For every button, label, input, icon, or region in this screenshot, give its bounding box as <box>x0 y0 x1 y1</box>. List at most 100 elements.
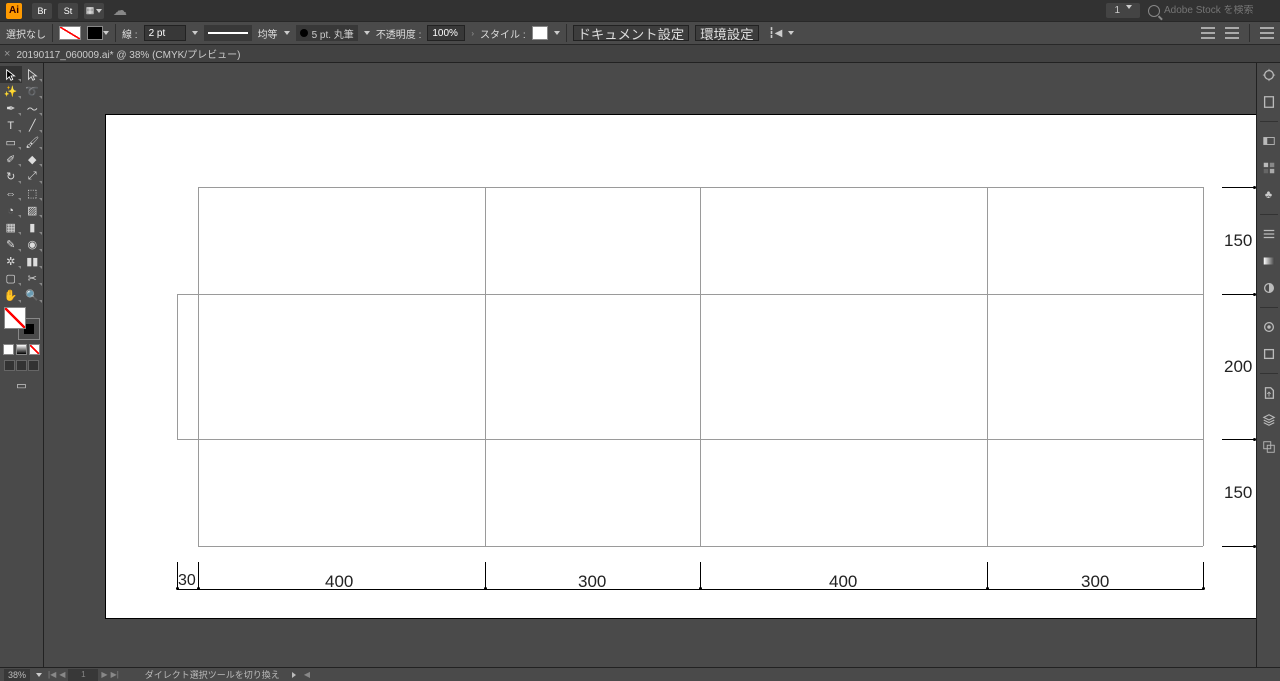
draw-behind-btn[interactable] <box>16 360 27 371</box>
align-to-dropdown[interactable]: ┇◀ <box>765 25 799 41</box>
artboards-panel-icon[interactable] <box>1261 439 1277 455</box>
panel-toggle-icon-2[interactable] <box>1225 27 1239 39</box>
dash-label: 均等 <box>258 26 278 41</box>
pen-tool[interactable]: ✒ <box>0 100 22 117</box>
line-segment-tool[interactable]: ╱ <box>22 117 44 134</box>
stock-search-input[interactable] <box>1164 5 1274 16</box>
row-height-2: 200 <box>1224 357 1252 377</box>
gradient-mode-btn[interactable] <box>16 344 27 355</box>
cloud-sync-icon[interactable]: ☁ <box>110 3 130 19</box>
curvature-tool[interactable]: 〜 <box>22 100 44 117</box>
selection-tool[interactable] <box>0 66 22 83</box>
libraries-panel-icon[interactable] <box>1261 94 1277 110</box>
graphic-styles-panel-icon[interactable] <box>1261 346 1277 362</box>
none-mode-btn[interactable] <box>29 344 40 355</box>
chevron-down-icon[interactable] <box>103 31 109 35</box>
selection-status: 選択なし <box>6 26 46 41</box>
stroke-swatch[interactable] <box>87 26 103 40</box>
magic-wand-tool[interactable]: ✨ <box>0 83 22 100</box>
gradient-tool[interactable]: ▮ <box>22 219 44 236</box>
draw-inside-btn[interactable] <box>28 360 39 371</box>
scale-tool[interactable]: ⤢ <box>22 168 44 185</box>
opacity-input[interactable] <box>427 25 465 41</box>
chevron-down-icon <box>1126 5 1132 9</box>
paintbrush-tool[interactable]: 🖌 <box>22 134 44 151</box>
nav-first-icon[interactable]: |◀ <box>48 670 56 679</box>
search-icon <box>1148 5 1160 17</box>
chevron-down-icon[interactable] <box>192 31 198 35</box>
color-mode-btn[interactable] <box>3 344 14 355</box>
panel-toggle-icon-1[interactable] <box>1201 27 1215 39</box>
width-tool[interactable]: ⇔ <box>0 185 22 202</box>
arrange-docs-icon[interactable]: ▦ <box>84 3 104 19</box>
artboard-number[interactable]: 1 <box>68 669 98 681</box>
document-tab-title[interactable]: 20190117_060009.ai* @ 38% (CMYK/プレビュー) <box>16 46 240 61</box>
hand-tool[interactable]: ✋ <box>0 287 22 304</box>
document-setup-button[interactable]: ドキュメント設定 <box>573 25 690 41</box>
brush-value: 5 pt. 丸筆 <box>312 26 354 41</box>
zoom-level[interactable]: 38% <box>4 669 30 681</box>
opacity-label: 不透明度 : <box>376 26 422 41</box>
gradient-panel-icon[interactable] <box>1261 253 1277 269</box>
chevron-down-icon[interactable] <box>554 31 560 35</box>
appearance-panel-icon[interactable] <box>1261 319 1277 335</box>
stroke-weight-input[interactable] <box>144 25 186 41</box>
color-panel-icon[interactable] <box>1261 133 1277 149</box>
right-panel-strip: ♣ <box>1256 63 1280 667</box>
asset-export-panel-icon[interactable] <box>1261 385 1277 401</box>
slice-tool[interactable]: ✂ <box>22 270 44 287</box>
eraser-tool[interactable]: ◆ <box>22 151 44 168</box>
lasso-tool[interactable]: ➰ <box>22 83 44 100</box>
column-graph-tool[interactable]: ▮▮ <box>22 253 44 270</box>
screen-mode-btn[interactable]: ▭ <box>11 377 33 394</box>
shape-builder-tool[interactable]: ◔ <box>0 202 22 219</box>
chevron-down-icon[interactable] <box>36 673 42 677</box>
panel-menu-icon[interactable] <box>1260 27 1274 39</box>
rectangle-tool[interactable]: ▭ <box>0 134 22 151</box>
nav-next-icon[interactable]: ▶ <box>101 670 107 679</box>
hint-flyout-icon[interactable] <box>292 672 296 678</box>
workspace-switcher[interactable]: 1 <box>1106 3 1140 18</box>
app-logo: Ai <box>6 3 22 19</box>
shaper-tool[interactable]: ✐ <box>0 151 22 168</box>
stroke-panel-icon[interactable] <box>1261 226 1277 242</box>
preferences-button[interactable]: 環境設定 <box>695 25 758 41</box>
free-transform-tool[interactable]: ⬚ <box>22 185 44 202</box>
fill-swatch[interactable] <box>59 26 81 40</box>
stock-search[interactable] <box>1148 5 1274 17</box>
style-label: スタイル : <box>480 26 526 41</box>
nav-prev-icon[interactable]: ◀ <box>59 670 65 679</box>
dash-profile-dropdown[interactable] <box>204 25 252 41</box>
bridge-icon[interactable]: Br <box>32 3 52 19</box>
color-guide-panel-icon[interactable]: ♣ <box>1261 187 1277 203</box>
fill-stroke-control[interactable] <box>4 307 40 340</box>
artboard-tool[interactable]: ▢ <box>0 270 22 287</box>
brush-dropdown[interactable]: 5 pt. 丸筆 <box>296 25 358 41</box>
rotate-tool[interactable]: ↻ <box>0 168 22 185</box>
fill-color[interactable] <box>4 307 26 329</box>
artboard-nav: |◀ ◀ 1 ▶ ▶| <box>48 669 119 681</box>
transparency-panel-icon[interactable] <box>1261 280 1277 296</box>
graphic-style-swatch[interactable] <box>532 26 548 40</box>
perspective-grid-tool[interactable]: ▨ <box>22 202 44 219</box>
swatches-panel-icon[interactable] <box>1261 160 1277 176</box>
properties-panel-icon[interactable] <box>1261 67 1277 83</box>
col-width-2: 300 <box>578 572 606 592</box>
canvas-area[interactable]: 150 200 150 30 400 300 400 300 <box>44 63 1280 667</box>
symbol-sprayer-tool[interactable]: ✲ <box>0 253 22 270</box>
draw-normal-btn[interactable] <box>4 360 15 371</box>
stock-icon[interactable]: St <box>58 3 78 19</box>
artboard: 150 200 150 30 400 300 400 300 <box>106 115 1275 618</box>
layers-panel-icon[interactable] <box>1261 412 1277 428</box>
direct-selection-tool[interactable] <box>22 66 44 83</box>
zoom-tool[interactable]: 🔍 <box>22 287 44 304</box>
eyedropper-tool[interactable]: ✎ <box>0 236 22 253</box>
opacity-flyout-arrow[interactable]: › <box>471 29 474 38</box>
type-tool[interactable]: T <box>0 117 22 134</box>
chevron-down-icon[interactable] <box>284 31 290 35</box>
mesh-tool[interactable]: ▦ <box>0 219 22 236</box>
chevron-down-icon[interactable] <box>364 31 370 35</box>
nav-last-icon[interactable]: ▶| <box>111 670 119 679</box>
blend-tool[interactable]: ◉ <box>22 236 44 253</box>
close-tab-button[interactable]: × <box>4 48 10 60</box>
